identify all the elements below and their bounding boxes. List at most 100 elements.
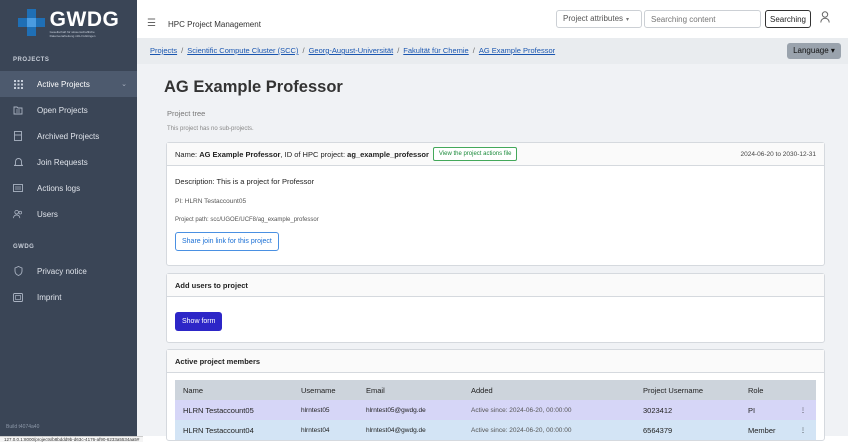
nav-section-projects: PROJECTS [13,57,50,63]
member-email: hlrntest05@gwdg.de [358,400,463,420]
name-prefix: Name: [175,149,200,159]
nav-section-gwdg: GWDG [13,244,35,250]
breadcrumb-separator: / [181,46,184,55]
users-icon [13,209,23,219]
chevron-down-icon: ⌄ [121,81,127,88]
language-label: Language [793,46,829,55]
archive-icon [13,131,23,141]
member-added: Active since: 2024-06-20, 00:00:00 [463,400,635,420]
breadcrumb-projects[interactable]: Projects [150,46,177,55]
list-icon [13,183,23,193]
sidebar-item-label: Open Projects [37,105,88,115]
kebab-menu-icon[interactable]: ⋮ [790,400,816,420]
build-version: Build t4074a40 [6,424,40,430]
view-actions-file-button[interactable]: View the project actions file [432,147,518,161]
bell-icon [13,157,23,167]
sidebar-item-join-requests[interactable]: Join Requests [0,149,137,175]
breadcrumb: Projects / Scientific Compute Cluster (SCC… [150,46,555,55]
column-header-added: Added [463,380,635,400]
share-join-link-button[interactable]: Share join link for this project [175,232,279,251]
sidebar-item-users[interactable]: Users [0,201,137,227]
user-icon[interactable] [820,11,830,26]
sidebar-item-active-projects[interactable]: Active Projects ⌄ [0,71,137,97]
sidebar-item-label: Active Projects [37,79,90,89]
project-tree-heading: Project tree [167,109,206,118]
caret-down-icon: ▾ [626,17,630,23]
member-username: hlrntest04 [293,420,358,440]
project-attributes-label: Project attributes [563,14,624,23]
breadcrumb-university[interactable]: Georg-August-Universität [309,46,394,55]
member-project-username: 6564379 [635,420,740,440]
show-form-button[interactable]: Show form [175,312,223,331]
member-username: hlrntest05 [293,400,358,420]
add-users-header: Add users to project [167,274,824,297]
breadcrumb-faculty[interactable]: Fakultät für Chemie [403,46,468,55]
browser-status-url: 127.0.0.1:8000/projects/b8bddd9b-d63c-41… [0,436,144,442]
sidebar-item-open-projects[interactable]: Open Projects [0,97,137,123]
sidebar-item-label: Actions logs [37,183,81,193]
table-row[interactable]: HLRN Testaccount05 hlrntest05 hlrntest05… [175,400,816,420]
member-name: HLRN Testaccount05 [175,400,293,420]
sidebar-item-actions-logs[interactable]: Actions logs [0,175,137,201]
project-path: Project path: scc/UGOE/UCF8/ag_example_p… [175,217,319,223]
sidebar-item-imprint[interactable]: Imprint [0,284,137,310]
members-card: Active project members Name Username Ema… [166,349,825,441]
column-header-actions [790,380,816,400]
sidebar-item-privacy-notice[interactable]: Privacy notice [0,258,137,284]
members-header: Active project members [167,350,824,373]
project-attributes-select[interactable]: Project attributes ▾ [556,10,642,28]
member-added: Active since: 2024-06-20, 00:00:00 [463,420,635,440]
shield-icon [13,266,23,276]
breadcrumb-separator: / [472,46,475,55]
breadcrumb-scc[interactable]: Scientific Compute Cluster (SCC) [187,46,298,55]
language-button[interactable]: Language ▾ [787,43,841,59]
members-title: Active project members [175,356,261,366]
project-date-range: 2024-06-20 to 2030-12-31 [740,150,816,158]
table-header-row: Name Username Email Added Project Userna… [175,380,816,400]
add-users-title: Add users to project [175,280,248,290]
table-row[interactable]: HLRN Testaccount04 hlrntest04 hlrntest04… [175,420,816,440]
project-description: Description: This is a project for Profe… [175,177,315,186]
logo-subtitle: Gesellschaft für wissenschaftliche Daten… [49,29,96,38]
column-header-role: Role [740,380,790,400]
breadcrumb-separator: / [397,46,400,55]
members-table: Name Username Email Added Project Userna… [175,380,816,440]
id-prefix: , ID of HPC project: [280,149,348,159]
member-email: hlrntest04@gwdg.de [358,420,463,440]
column-header-project-username: Project Username [635,380,740,400]
project-info-card: Name: AG Example Professor, ID of HPC pr… [166,142,825,266]
sidebar-item-label: Archived Projects [37,131,100,141]
add-users-card: Add users to project Show form [166,273,825,343]
column-header-username: Username [293,380,358,400]
sidebar-item-label: Join Requests [37,157,88,167]
member-name: HLRN Testaccount04 [175,420,293,440]
project-id: ag_example_professor [347,149,429,159]
gwdg-logo-icon [17,9,46,37]
page-title: AG Example Professor [164,78,343,96]
search-input[interactable] [644,10,761,28]
document-icon [13,292,23,302]
sidebar: GWDG Gesellschaft für wissenschaftliche … [0,0,137,442]
member-role: Member [740,420,790,440]
project-name: AG Example Professor [199,149,281,159]
sidebar-item-label: Users [37,209,58,219]
breadcrumb-bar: Projects / Scientific Compute Cluster (SCC… [137,38,848,64]
breadcrumb-separator: / [302,46,305,55]
hamburger-menu-icon[interactable]: ☰ [147,18,156,29]
member-project-username: 3023412 [635,400,740,420]
main-content: AG Example Professor Project tree This p… [137,64,848,441]
app-title: HPC Project Management [168,20,261,29]
project-pi: PI: HLRN Testaccount05 [175,198,247,205]
column-header-name: Name [175,380,293,400]
logo[interactable]: GWDG Gesellschaft für wissenschaftliche … [0,0,137,46]
project-tree-note: This project has no sub-projects. [167,126,254,132]
grid-icon [13,79,23,89]
member-role: PI [740,400,790,420]
project-info-header: Name: AG Example Professor, ID of HPC pr… [167,143,824,166]
sidebar-item-label: Imprint [37,292,62,302]
sidebar-item-archived-projects[interactable]: Archived Projects [0,123,137,149]
search-button[interactable]: Searching [765,10,811,28]
kebab-menu-icon[interactable]: ⋮ [790,420,816,440]
column-header-email: Email [358,380,463,400]
breadcrumb-current-project[interactable]: AG Example Professor [479,46,555,55]
